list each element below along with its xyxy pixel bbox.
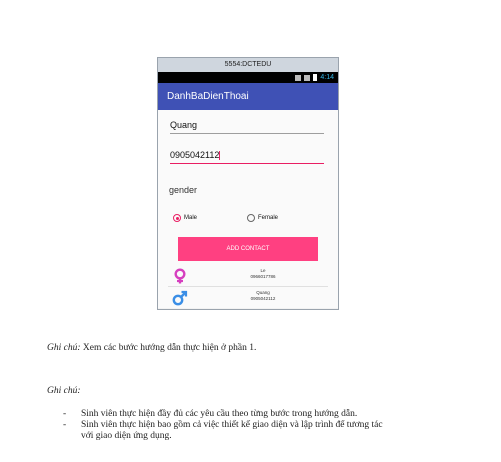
- note-1-label: Ghi chú:: [47, 343, 81, 353]
- notification-icon: [295, 74, 302, 81]
- bullet-item: - Sinh viên thực hiện bao gồm cả việc th…: [63, 420, 383, 430]
- list-item[interactable]: Le 0966017786: [168, 267, 328, 287]
- app-title: DanhBaDienThoai: [158, 83, 338, 110]
- phone-field[interactable]: 0905042112: [170, 150, 324, 165]
- contact-phone: 0905042112: [250, 296, 276, 301]
- radio-female[interactable]: Female: [247, 214, 278, 222]
- list-item[interactable]: Quang 0905042112: [168, 289, 328, 307]
- name-input-value[interactable]: Quang: [170, 120, 197, 130]
- add-contact-button[interactable]: ADD CONTACT: [178, 237, 318, 261]
- emulator-window: 5554:DCTEDU 4:14 DanhBaDienThoai Quang 0…: [157, 57, 339, 310]
- radio-female-indicator[interactable]: [247, 214, 255, 222]
- contact-phone: 0966017786: [250, 274, 276, 279]
- note-1: Ghi chú: Xem các bước hướng dẫn thực hiệ…: [47, 343, 256, 353]
- emulator-title: 5554:DCTEDU: [158, 58, 338, 72]
- radio-male-label: Male: [184, 215, 198, 221]
- phone-input-value[interactable]: 0905042112: [170, 150, 219, 160]
- bullet-list: - Sinh viên thực hiện đầy đủ các yêu cầu…: [63, 409, 383, 442]
- radio-male-indicator[interactable]: [173, 214, 181, 222]
- battery-icon: [313, 74, 318, 81]
- female-symbol-icon: [174, 268, 186, 284]
- note-2-label: Ghi chú:: [47, 386, 81, 396]
- signal-icon: [304, 74, 311, 81]
- app-content: Quang 0905042112 gender Male Female ADD …: [158, 110, 338, 308]
- gender-label: gender: [169, 185, 198, 195]
- male-symbol-icon: [172, 290, 188, 306]
- bullet-item-continuation: với giao diện ứng dụng.: [81, 431, 172, 441]
- bullet-item: - Sinh viên thực hiện đầy đủ các yêu cầu…: [63, 409, 358, 419]
- status-time: 4:14: [320, 74, 334, 81]
- name-field[interactable]: Quang: [170, 120, 324, 134]
- text-cursor: [219, 151, 221, 161]
- radio-male[interactable]: Male: [173, 214, 197, 222]
- radio-female-label: Female: [258, 215, 279, 221]
- note-1-text: Xem các bước hướng dẫn thực hiện ở phần …: [80, 343, 257, 353]
- status-bar: 4:14: [158, 72, 338, 83]
